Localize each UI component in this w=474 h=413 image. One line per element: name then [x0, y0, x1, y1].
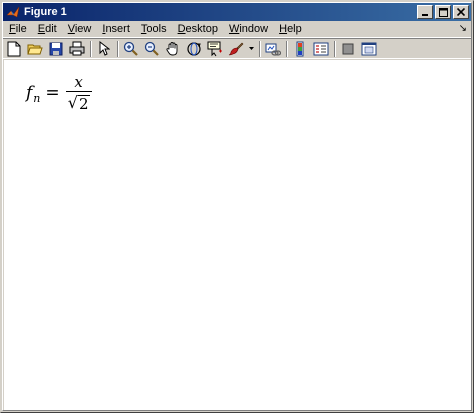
toolbar-separator	[334, 40, 336, 57]
menu-file-key: F	[9, 23, 16, 35]
menu-view-rest: iew	[74, 23, 92, 35]
rotate-3d-icon[interactable]	[185, 40, 203, 58]
figure-window: Figure 1 File Edit View Insert Tools Des…	[0, 0, 474, 413]
toolbar-separator	[286, 40, 288, 57]
menu-window[interactable]: Window	[223, 22, 273, 36]
menu-desktop-rest: esktop	[185, 23, 218, 35]
formula-denominator: √ 2	[68, 94, 90, 112]
formula-lhs-subscript: n	[33, 91, 41, 105]
matlab-logo-icon	[5, 4, 21, 20]
data-cursor-icon[interactable]	[206, 40, 224, 58]
menu-desktop-key: D	[177, 23, 186, 35]
figure-canvas[interactable]: f n = x √ 2	[4, 60, 471, 410]
menu-insert[interactable]: Insert	[96, 22, 135, 36]
show-plot-tools-icon[interactable]	[360, 40, 378, 58]
formula-radicand: 2	[77, 95, 90, 113]
menu-view[interactable]: View	[62, 22, 97, 36]
menu-help-key: H	[279, 23, 288, 35]
new-figure-icon[interactable]	[5, 40, 23, 58]
zoom-in-icon[interactable]	[122, 40, 140, 58]
latex-formula: f n = x √ 2	[26, 74, 92, 112]
menu-edit-rest: dit	[45, 23, 57, 35]
open-file-icon[interactable]	[26, 40, 44, 58]
brush-icon[interactable]	[227, 40, 245, 58]
brush-dropdown-arrow-icon[interactable]	[248, 40, 254, 58]
menu-desktop[interactable]: Desktop	[172, 22, 223, 36]
menu-edit[interactable]: Edit	[32, 22, 62, 36]
minimize-button[interactable]	[417, 5, 433, 19]
figure-toolbar	[3, 38, 471, 59]
menu-view-key: V	[67, 23, 75, 35]
pan-hand-icon[interactable]	[164, 40, 182, 58]
toolbar-separator	[90, 40, 92, 57]
link-plot-icon[interactable]	[264, 40, 282, 58]
menu-window-key: W	[228, 23, 240, 35]
window-controls	[415, 5, 469, 19]
colorbar-icon[interactable]	[291, 40, 309, 58]
menu-help-rest: elp	[287, 23, 302, 35]
formula-lhs-variable: f	[26, 83, 33, 103]
dock-arrow-icon[interactable]: ↘	[459, 23, 467, 34]
menu-window-rest: indow	[239, 23, 269, 35]
menu-bar: File Edit View Insert Tools Desktop Wind…	[3, 21, 471, 37]
close-button[interactable]	[453, 5, 469, 19]
print-icon[interactable]	[68, 40, 86, 58]
menu-tools[interactable]: Tools	[135, 22, 172, 36]
formula-numerator: x	[74, 73, 83, 91]
formula-sqrt-sign: √	[67, 93, 78, 112]
formula-fraction-bar	[65, 91, 92, 92]
title-bar[interactable]: Figure 1	[3, 3, 471, 21]
menu-edit-key: E	[37, 23, 46, 35]
window-title: Figure 1	[24, 6, 67, 18]
menu-tools-rest: ools	[146, 23, 167, 35]
hide-plot-tools-icon[interactable]	[339, 40, 357, 58]
formula-fraction: x √ 2	[65, 73, 92, 112]
menu-file-rest: ile	[15, 23, 27, 35]
menu-help[interactable]: Help	[273, 22, 307, 36]
legend-icon[interactable]	[312, 40, 330, 58]
edit-plot-arrow-icon[interactable]	[95, 40, 113, 58]
menu-file[interactable]: File	[3, 22, 32, 36]
maximize-button[interactable]	[435, 5, 451, 19]
menu-insert-rest: nsert	[105, 23, 130, 35]
toolbar-separator	[117, 40, 119, 57]
save-icon[interactable]	[47, 40, 65, 58]
zoom-out-icon[interactable]	[143, 40, 161, 58]
formula-equals: =	[45, 83, 60, 103]
toolbar-separator	[259, 40, 261, 57]
